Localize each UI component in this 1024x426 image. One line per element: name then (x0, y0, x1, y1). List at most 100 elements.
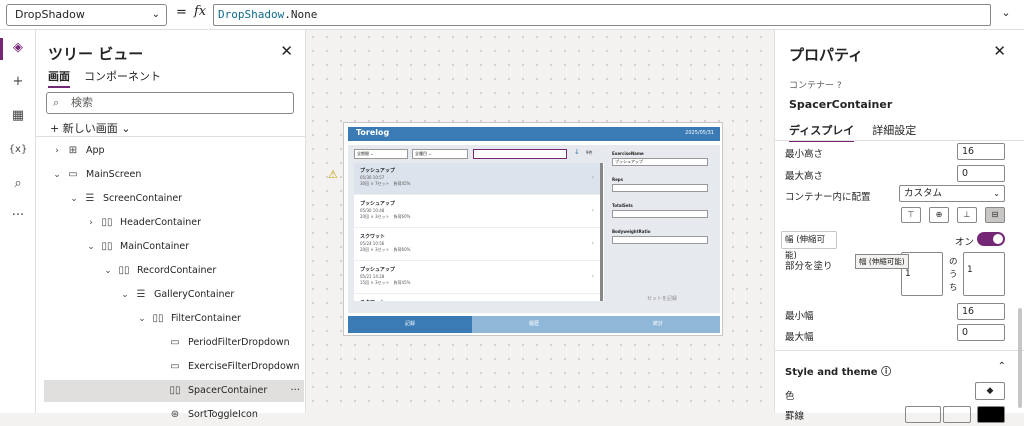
exercise-name-input[interactable]: プッシュアップ (612, 158, 708, 166)
period-filter-dropdown[interactable]: 全期間 ⌄ (354, 149, 408, 159)
reps-label: Reps (612, 177, 624, 182)
chevron-icon[interactable]: ⌄ (137, 308, 147, 330)
tree-node[interactable]: › ⊞ App (44, 140, 304, 162)
tree-node[interactable]: ⌄ ▯▯ FilterContainer (44, 308, 304, 330)
tab-screens[interactable]: 画面 (48, 68, 70, 88)
tree-node[interactable]: ⊛ SortToggleIcon (44, 404, 304, 426)
tab-components[interactable]: コンポーネント (84, 68, 161, 88)
plus-icon[interactable]: + (8, 72, 28, 92)
table-icon[interactable]: ▦ (8, 106, 28, 126)
nav-record[interactable]: 記録 (348, 316, 472, 333)
nav-history[interactable]: 履歴 (472, 316, 596, 333)
expand-formula-icon[interactable]: ⌄ (996, 6, 1016, 24)
max-height-input[interactable]: 0 (957, 165, 1005, 182)
list-item[interactable]: プッシュアップ 05/21 14:28 15回 × 3セット 負荷45% › (354, 262, 600, 294)
tree-node[interactable]: ▭ ExerciseFilterDropdown (44, 356, 304, 378)
list-item[interactable]: スクワット 05/24 10:56 20回 × 3セット 負荷60% › (354, 229, 600, 261)
tree-node-label: SpacerContainer (188, 385, 268, 396)
search-icon[interactable]: ⌕ (8, 174, 28, 194)
flexible-width-toggle[interactable] (977, 232, 1005, 246)
tree-node-label: FilterContainer (171, 313, 241, 324)
tree-node[interactable]: ⌄ ▯▯ RecordContainer (44, 260, 304, 282)
exercise-filter-value: 全種目 (415, 151, 427, 156)
chevron-icon[interactable]: ⌄ (86, 236, 96, 258)
border-width-input[interactable] (943, 406, 971, 423)
bodyweight-ratio-input[interactable] (612, 236, 708, 244)
color-label: 色 (785, 391, 795, 402)
gallery-scrollbar[interactable] (600, 163, 603, 301)
tree-node[interactable]: ⌄ ☰ GalleryContainer (44, 284, 304, 306)
chevron-up-icon[interactable]: ⌃ (998, 361, 1006, 372)
variables-icon[interactable]: {x} (8, 140, 28, 160)
reps-input[interactable] (612, 184, 708, 192)
properties-tabs: ディスプレイ 詳細設定 (789, 122, 916, 142)
list-item[interactable]: プッシュアップ 05/30 10:57 30回 × 7セット 負荷45% › (354, 163, 600, 195)
chevron-icon[interactable]: › (86, 212, 96, 234)
list-item[interactable]: スクワット (354, 295, 600, 301)
divider (775, 350, 1024, 351)
tree-node[interactable]: › ▯▯ HeaderContainer (44, 212, 304, 234)
tree-node-label: ExerciseFilterDropdown (188, 361, 300, 372)
chevron-icon[interactable]: ⌄ (69, 188, 79, 210)
paint-bucket-icon[interactable]: ◆ (975, 382, 1005, 400)
new-screen-button[interactable]: + 新しい画面 ⌄ (50, 120, 130, 136)
chevron-icon[interactable]: ⌄ (120, 284, 130, 306)
min-width-input[interactable]: 16 (957, 303, 1005, 320)
formula-input[interactable]: DropShadow.None (213, 4, 991, 26)
properties-panel: プロパティ ✕ コンテナー ? SpacerContainer ディスプレイ 詳… (774, 30, 1024, 423)
node-type-icon: ▭ (170, 361, 180, 372)
border-color-swatch[interactable] (977, 406, 1005, 423)
more-icon[interactable]: ··· (290, 380, 300, 402)
tree-node-label: MainScreen (86, 169, 142, 180)
layers-icon[interactable]: ◈ (8, 38, 28, 58)
close-icon[interactable]: ✕ (280, 42, 293, 60)
exercise-filter-dropdown[interactable]: 全種目 ⌄ (412, 149, 468, 159)
record-stats: 15回 × 3セット 負荷45% (360, 280, 411, 285)
chevron-icon[interactable]: ⌄ (52, 164, 62, 186)
align-bottom-icon[interactable]: ⊥ (957, 207, 977, 223)
more-icon[interactable]: ··· (8, 206, 28, 226)
canvas: ⚠ ⌄ Torelog 2025/05/31 全期間 ⌄ 全種目 ⌄ ↓ 9件 … (306, 30, 774, 413)
tree-node[interactable]: ▭ PeriodFilterDropdown (44, 332, 304, 354)
max-width-input[interactable]: 0 (957, 324, 1005, 341)
align-dropdown[interactable]: カスタム ⌄ (899, 185, 1005, 202)
tooltip: 幅 (伸縮可能) (855, 254, 909, 269)
tab-display[interactable]: ディスプレイ (789, 122, 855, 142)
node-type-icon: ▯▯ (169, 385, 181, 396)
nav-stats[interactable]: 統計 (596, 316, 720, 333)
node-type-icon: ▭ (68, 169, 78, 180)
search-icon: ⌕ (53, 96, 60, 109)
align-middle-icon[interactable]: ⊕ (929, 207, 949, 223)
property-dropdown[interactable]: DropShadow ⌄ (6, 4, 167, 26)
border-style-dropdown[interactable] (905, 406, 941, 423)
close-icon[interactable]: ✕ (993, 42, 1006, 60)
spacer-container-selected[interactable] (473, 149, 567, 159)
min-width-label: 最小幅 (785, 311, 814, 322)
fill-total-input[interactable]: 1 (963, 252, 1005, 296)
record-date: 05/30 10:48 (360, 208, 385, 213)
tree-search-input[interactable]: ⌕ 検索 (46, 92, 294, 114)
tree-node[interactable]: ▯▯ SpacerContainer ··· (44, 380, 304, 402)
record-set-button[interactable]: セットを記録 (612, 295, 712, 302)
align-stretch-icon[interactable]: ⊟ (985, 207, 1005, 223)
sort-toggle-icon[interactable]: ↓ (574, 148, 580, 156)
tab-advanced[interactable]: 詳細設定 (872, 122, 916, 142)
min-height-input[interactable]: 16 (957, 143, 1005, 160)
list-item[interactable]: プッシュアップ 05/30 10:48 20回 × 3セット 負荷60% › (354, 196, 600, 228)
style-theme-section[interactable]: Style and theme ⓘ (785, 363, 891, 378)
properties-scrollbar[interactable] (1018, 308, 1022, 408)
align-top-icon[interactable]: ⊤ (901, 207, 921, 223)
total-sets-input[interactable] (612, 210, 708, 218)
exercise-name: スクワット (360, 299, 385, 301)
chevron-right-icon: › (591, 207, 594, 214)
tree-node[interactable]: ⌄ ☰ ScreenContainer (44, 188, 304, 210)
help-icon[interactable]: ? (837, 81, 842, 91)
tree-node[interactable]: ⌄ ▭ MainScreen (44, 164, 304, 186)
exercise-name: プッシュアップ (360, 201, 395, 207)
divider (775, 140, 1024, 141)
chevron-icon[interactable]: ⌄ (103, 260, 113, 282)
tree-node[interactable]: ⌄ ▯▯ MainContainer (44, 236, 304, 258)
app-nav-bar: 記録 履歴 統計 (348, 316, 720, 333)
chevron-icon[interactable]: › (52, 140, 62, 162)
info-icon[interactable]: ⓘ (881, 367, 891, 378)
